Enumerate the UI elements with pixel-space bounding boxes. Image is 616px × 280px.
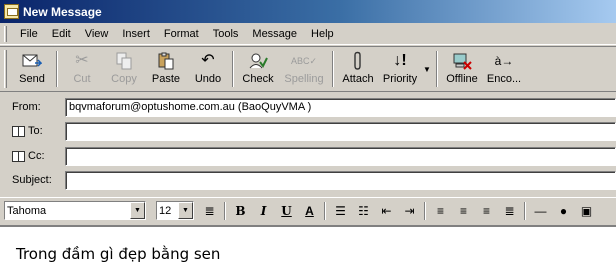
menu-view[interactable]: View: [78, 26, 116, 42]
toolbar-separator: [56, 51, 58, 87]
message-body-text: Trong đầm gì đẹp bằng sen: [16, 245, 221, 263]
cut-icon: ✂: [75, 52, 89, 69]
address-book-icon: [12, 125, 25, 137]
font-color-button[interactable]: A: [298, 200, 321, 222]
cc-button[interactable]: Cc:: [12, 150, 45, 162]
offline-icon: [451, 51, 473, 71]
paragraph-style-button[interactable]: ≣: [198, 200, 221, 222]
insert-picture-icon[interactable]: ▣: [575, 200, 598, 222]
priority-icon: ↓!: [393, 52, 407, 69]
from-field[interactable]: bqvmaforum@optushome.com.au (BaoQuyVMA ): [65, 97, 616, 117]
priority-dropdown-arrow[interactable]: ▼: [421, 47, 433, 91]
check-button[interactable]: Check: [237, 47, 279, 91]
cc-field[interactable]: [65, 146, 616, 166]
undo-icon: ↶: [201, 52, 215, 69]
spelling-button[interactable]: ABC✓ Spelling: [279, 47, 329, 91]
font-size-select[interactable]: 12 ▼: [156, 201, 194, 220]
toolbar-separator: [224, 201, 226, 220]
menu-grip: [4, 25, 7, 42]
paste-button[interactable]: Paste: [145, 47, 187, 91]
font-name-select[interactable]: Tahoma ▼: [4, 201, 146, 220]
chevron-down-icon[interactable]: ▼: [178, 202, 193, 219]
menu-tools[interactable]: Tools: [206, 26, 246, 42]
message-headers: From: bqvmaforum@optushome.com.au (BaoQu…: [0, 93, 616, 193]
from-label: From:: [12, 101, 41, 113]
spelling-icon: ABC✓: [290, 55, 318, 66]
undo-button[interactable]: ↶ Undo: [187, 47, 229, 91]
toolbar-grip: [4, 50, 7, 88]
increase-indent-icon[interactable]: ⇥: [398, 200, 421, 222]
cut-button[interactable]: ✂ Cut: [61, 47, 103, 91]
align-right-icon[interactable]: ≡: [475, 200, 498, 222]
cc-label: Cc:: [28, 150, 45, 162]
align-left-icon[interactable]: ≡: [429, 200, 452, 222]
from-row: From: bqvmaforum@optushome.com.au (BaoQu…: [0, 96, 616, 118]
align-center-icon[interactable]: ≡: [452, 200, 475, 222]
menu-message[interactable]: Message: [245, 26, 304, 42]
decrease-indent-icon[interactable]: ⇤: [375, 200, 398, 222]
menu-file[interactable]: File: [13, 26, 45, 42]
horizontal-line-icon[interactable]: —: [529, 200, 552, 222]
numbered-list-icon[interactable]: ☰: [329, 200, 352, 222]
title-bar: New Message: [0, 0, 616, 23]
offline-button[interactable]: Offline: [441, 47, 483, 91]
subject-label: Subject:: [12, 174, 52, 186]
toolbar-separator: [324, 201, 326, 220]
toolbar-separator: [232, 51, 234, 87]
menu-bar: File Edit View Insert Format Tools Messa…: [0, 23, 616, 45]
underline-button[interactable]: U: [275, 200, 298, 222]
new-message-icon: [4, 4, 19, 19]
paperclip-icon: [347, 51, 369, 71]
encoding-icon: à→: [494, 54, 514, 68]
paste-icon: [155, 51, 177, 71]
subject-row: Subject:: [0, 169, 616, 191]
toolbar-separator: [436, 51, 438, 87]
address-book-icon: [12, 150, 25, 162]
priority-button[interactable]: ↓! Priority: [379, 47, 421, 91]
to-field[interactable]: [65, 121, 616, 141]
send-button[interactable]: Send: [11, 47, 53, 91]
menu-help[interactable]: Help: [304, 26, 341, 42]
toolbar-separator: [332, 51, 334, 87]
copy-icon: [113, 51, 135, 71]
formatting-toolbar: Tahoma ▼ 12 ▼ ≣ B I U A ☰ ☷ ⇤ ⇥ ≡ ≡ ≡ ≣ …: [0, 197, 616, 223]
subject-field[interactable]: [65, 170, 616, 190]
menu-insert[interactable]: Insert: [115, 26, 157, 42]
window-title: New Message: [23, 4, 102, 19]
toolbar-separator: [424, 201, 426, 220]
bold-button[interactable]: B: [229, 200, 252, 222]
font-size-value: 12: [159, 204, 172, 217]
chevron-down-icon[interactable]: ▼: [130, 202, 145, 219]
menu-format[interactable]: Format: [157, 26, 206, 42]
attach-button[interactable]: Attach: [337, 47, 379, 91]
to-button[interactable]: To:: [12, 125, 43, 137]
main-toolbar: Send ✂ Cut Copy Paste ↶ Undo Check ABC✓ …: [0, 46, 616, 92]
hyperlink-icon[interactable]: ●: [552, 200, 575, 222]
copy-button[interactable]: Copy: [103, 47, 145, 91]
font-name-value: Tahoma: [7, 204, 47, 217]
bullet-list-icon[interactable]: ☷: [352, 200, 375, 222]
justify-icon[interactable]: ≣: [498, 200, 521, 222]
encoding-button[interactable]: à→ Enco...: [483, 47, 525, 91]
italic-button[interactable]: I: [252, 200, 275, 222]
send-icon: [21, 51, 43, 71]
to-row: To:: [0, 120, 616, 142]
check-names-icon: [247, 51, 269, 71]
toolbar-separator: [524, 201, 526, 220]
menu-edit[interactable]: Edit: [45, 26, 78, 42]
message-body[interactable]: Trong đầm gì đẹp bằng sen: [0, 225, 616, 280]
cc-row: Cc:: [0, 145, 616, 167]
to-label: To:: [28, 125, 43, 137]
